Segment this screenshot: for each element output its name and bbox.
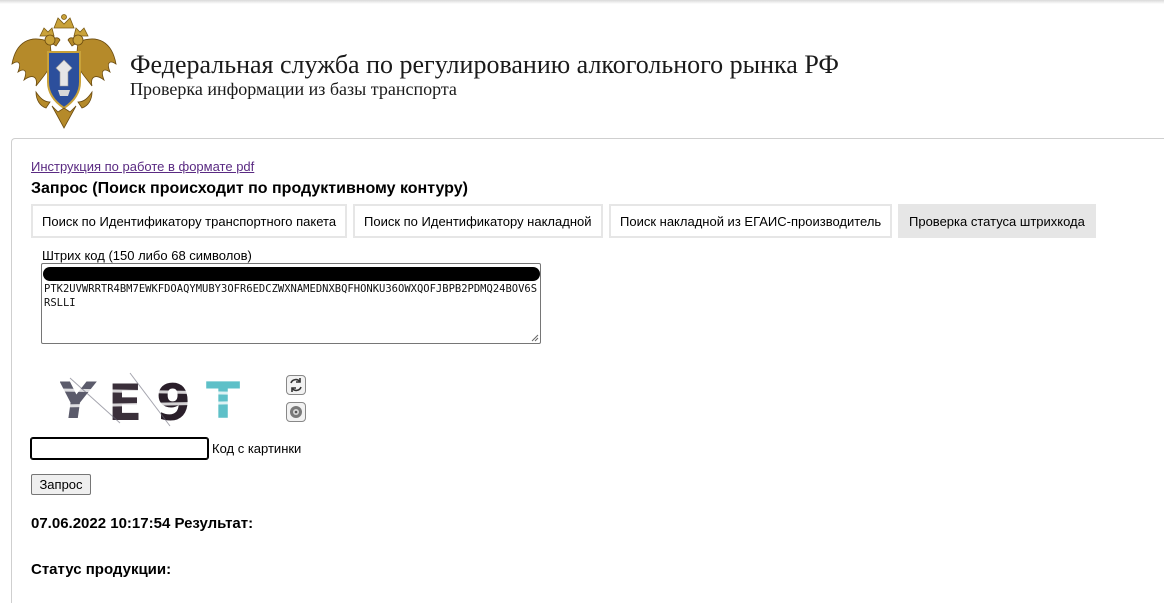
tab-egais-waybill[interactable]: Поиск накладной из ЕГАИС-производитель (609, 204, 893, 238)
tab-barcode-status[interactable]: Проверка статуса штрихкода (898, 204, 1096, 238)
barcode-label: Штрих код (150 либо 68 символов) (42, 248, 252, 263)
product-status-label: Статус продукции: (31, 561, 172, 578)
refresh-icon (290, 378, 302, 392)
captcha-refresh-button[interactable] (286, 375, 306, 395)
captcha-audio-button[interactable] (286, 402, 306, 422)
submit-query-button[interactable]: Запрос (31, 474, 91, 495)
result-heading: 07.06.2022 10:17:54 Результат: (31, 515, 254, 532)
barcode-value: PTK2UVWRRTR4BM7EWKFDOAQYMUBY3OFR6EDCZWXN… (44, 283, 538, 309)
page-title: Федеральная служба по регулированию алко… (130, 50, 839, 79)
query-heading: Запрос (Поиск происходит по продуктивном… (31, 180, 468, 197)
resize-grip-icon[interactable] (531, 334, 539, 342)
captcha-image: Y E 9 T (60, 368, 274, 428)
tab-transport-package-id[interactable]: Поиск по Идентификатору транспортного па… (31, 204, 348, 238)
svg-text:T: T (206, 372, 240, 428)
top-shadow (0, 0, 1164, 4)
redaction-bar (43, 267, 540, 281)
captcha-code-input[interactable] (30, 437, 209, 460)
barcode-textarea[interactable]: PTK2UVWRRTR4BM7EWKFDOAQYMUBY3OFR6EDCZWXN… (41, 263, 541, 344)
tab-waybill-id[interactable]: Поиск по Идентификатору накладной (353, 204, 603, 238)
page-subtitle: Проверка информации из базы транспорта (130, 79, 457, 99)
svg-text:9: 9 (156, 374, 191, 428)
speaker-icon (290, 406, 302, 418)
captcha-code-label: Код с картинки (212, 441, 302, 456)
pdf-instructions-link[interactable]: Инструкция по работе в формате pdf (31, 159, 254, 174)
emblem-icon (11, 14, 117, 129)
